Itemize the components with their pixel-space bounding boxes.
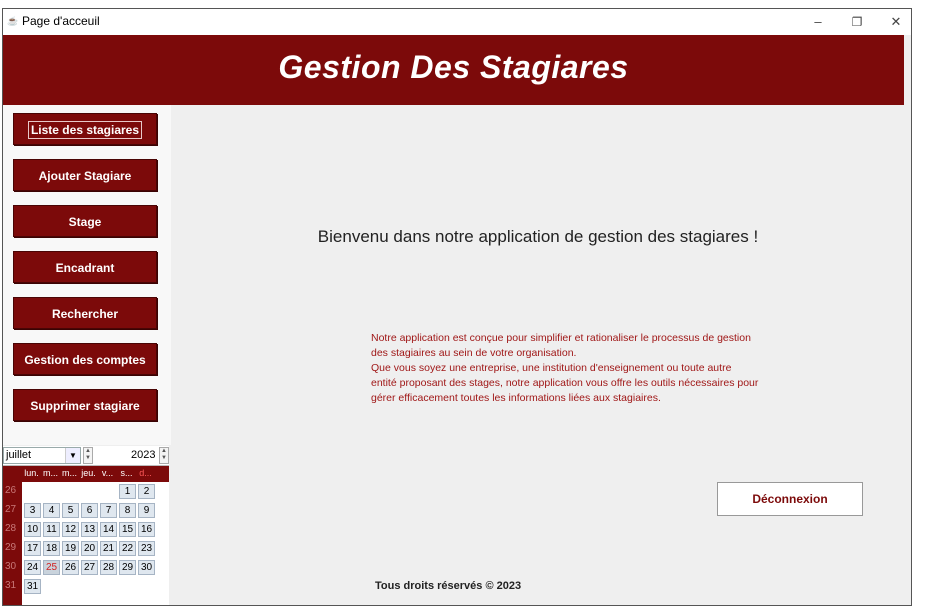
- calendar-day[interactable]: 23: [138, 541, 155, 556]
- logout-button[interactable]: Déconnexion: [717, 482, 863, 516]
- calendar-day[interactable]: 14: [100, 522, 117, 537]
- calendar: juillet ▼ ▲ ▼ 2023 ▲ ▼ lun. m... m... jeu. v..…: [3, 446, 169, 605]
- year-spinner[interactable]: ▲ ▼: [159, 447, 169, 464]
- description-line: des stagiaires au sein de votre organisa…: [371, 347, 577, 359]
- footer-copyright: Tous droits réservés © 2023: [375, 580, 522, 592]
- app-window: ☕ Page d'acceuil – ❐ ✕ Gestion Des Stagi…: [2, 8, 912, 606]
- calendar-day[interactable]: 22: [119, 541, 136, 556]
- week-numbers: 26 27 28 29 30 31: [3, 482, 22, 605]
- window-title: Page d'acceuil: [22, 14, 100, 28]
- calendar-day[interactable]: 1: [119, 484, 136, 499]
- accounts-label: Gestion des comptes: [24, 353, 146, 367]
- calendar-day[interactable]: 12: [62, 522, 79, 537]
- calendar-day[interactable]: 13: [81, 522, 98, 537]
- month-value: juillet: [6, 449, 32, 461]
- calendar-day[interactable]: 28: [100, 560, 117, 575]
- delete-stagiaire-button[interactable]: Supprimer stagiare: [13, 389, 157, 421]
- chevron-down-icon[interactable]: ▼: [65, 448, 80, 463]
- week-number: 26: [5, 485, 17, 496]
- calendar-day[interactable]: 26: [62, 560, 79, 575]
- welcome-message: Bienvenu dans notre application de gesti…: [317, 227, 759, 246]
- calendar-day[interactable]: 16: [138, 522, 155, 537]
- calendar-day[interactable]: 29: [119, 560, 136, 575]
- stage-label: Stage: [68, 215, 102, 229]
- list-stagiaires-button[interactable]: Liste des stagiares: [13, 113, 157, 145]
- calendar-day[interactable]: 15: [119, 522, 136, 537]
- maximize-button[interactable]: ❐: [842, 11, 872, 33]
- week-number: 28: [5, 523, 17, 534]
- calendar-day[interactable]: 19: [62, 541, 79, 556]
- description-text: Notre application est conçue pour simpli…: [371, 331, 771, 406]
- stage-button[interactable]: Stage: [13, 205, 157, 237]
- calendar-day-today[interactable]: 25: [43, 560, 60, 575]
- calendar-day[interactable]: 8: [119, 503, 136, 518]
- delete-stagiaire-label: Supprimer stagiare: [30, 399, 140, 413]
- header-banner: Gestion Des Stagiares: [3, 35, 904, 105]
- calendar-day[interactable]: 6: [81, 503, 98, 518]
- calendar-day[interactable]: 30: [138, 560, 155, 575]
- description-line: gérer efficacement toutes les informatio…: [371, 392, 661, 404]
- calendar-day[interactable]: 7: [100, 503, 117, 518]
- calendar-day[interactable]: 4: [43, 503, 60, 518]
- app-heading: Gestion Des Stagiares: [278, 49, 629, 85]
- java-cup-icon: ☕: [7, 16, 19, 26]
- calendar-day[interactable]: 31: [24, 579, 41, 594]
- calendar-day[interactable]: 10: [24, 522, 41, 537]
- month-spinner[interactable]: ▲ ▼: [83, 447, 93, 464]
- week-number: 30: [5, 561, 17, 572]
- calendar-day[interactable]: 11: [43, 522, 60, 537]
- weekday-header: lun. m... m... jeu. v... s... d...: [3, 466, 169, 482]
- calendar-day[interactable]: 20: [81, 541, 98, 556]
- search-button[interactable]: Rechercher: [13, 297, 157, 329]
- week-number: 31: [5, 580, 17, 591]
- year-value: 2023: [131, 449, 156, 461]
- calendar-day[interactable]: 18: [43, 541, 60, 556]
- add-stagiaire-label: Ajouter Stagiare: [38, 169, 132, 183]
- accounts-button[interactable]: Gestion des comptes: [13, 343, 157, 375]
- close-button[interactable]: ✕: [881, 11, 911, 33]
- weekday-label: m...: [43, 468, 58, 478]
- calendar-header: juillet ▼ ▲ ▼ 2023 ▲ ▼: [3, 446, 169, 466]
- sidebar: Liste des stagiares Ajouter Stagiare Sta…: [3, 105, 171, 445]
- encadrant-label: Encadrant: [55, 261, 115, 275]
- calendar-day[interactable]: 17: [24, 541, 41, 556]
- calendar-day[interactable]: 24: [24, 560, 41, 575]
- add-stagiaire-button[interactable]: Ajouter Stagiare: [13, 159, 157, 191]
- weekday-label: lun.: [24, 468, 39, 478]
- title-bar: ☕ Page d'acceuil – ❐ ✕: [3, 9, 911, 35]
- description-line: Notre application est conçue pour simpli…: [371, 332, 751, 344]
- weekday-label: s...: [120, 468, 133, 478]
- calendar-day[interactable]: 9: [138, 503, 155, 518]
- description-line: Que vous soyez une entreprise, une insti…: [371, 362, 732, 374]
- calendar-day[interactable]: 5: [62, 503, 79, 518]
- weekday-label: d...: [139, 468, 152, 478]
- weekday-label: v...: [101, 468, 114, 478]
- calendar-day[interactable]: 27: [81, 560, 98, 575]
- encadrant-button[interactable]: Encadrant: [13, 251, 157, 283]
- week-number: 29: [5, 542, 17, 553]
- description-line: entité proposant des stages, notre appli…: [371, 377, 759, 389]
- weekday-label: m...: [62, 468, 77, 478]
- calendar-day[interactable]: 3: [24, 503, 41, 518]
- calendar-day[interactable]: 21: [100, 541, 117, 556]
- search-label: Rechercher: [51, 307, 119, 321]
- weekday-label: jeu.: [81, 468, 96, 478]
- week-number: 27: [5, 504, 17, 515]
- calendar-day[interactable]: 2: [138, 484, 155, 499]
- list-stagiaires-label: Liste des stagiares: [27, 121, 143, 139]
- month-select[interactable]: juillet ▼: [3, 447, 81, 464]
- minimize-button[interactable]: –: [803, 11, 833, 33]
